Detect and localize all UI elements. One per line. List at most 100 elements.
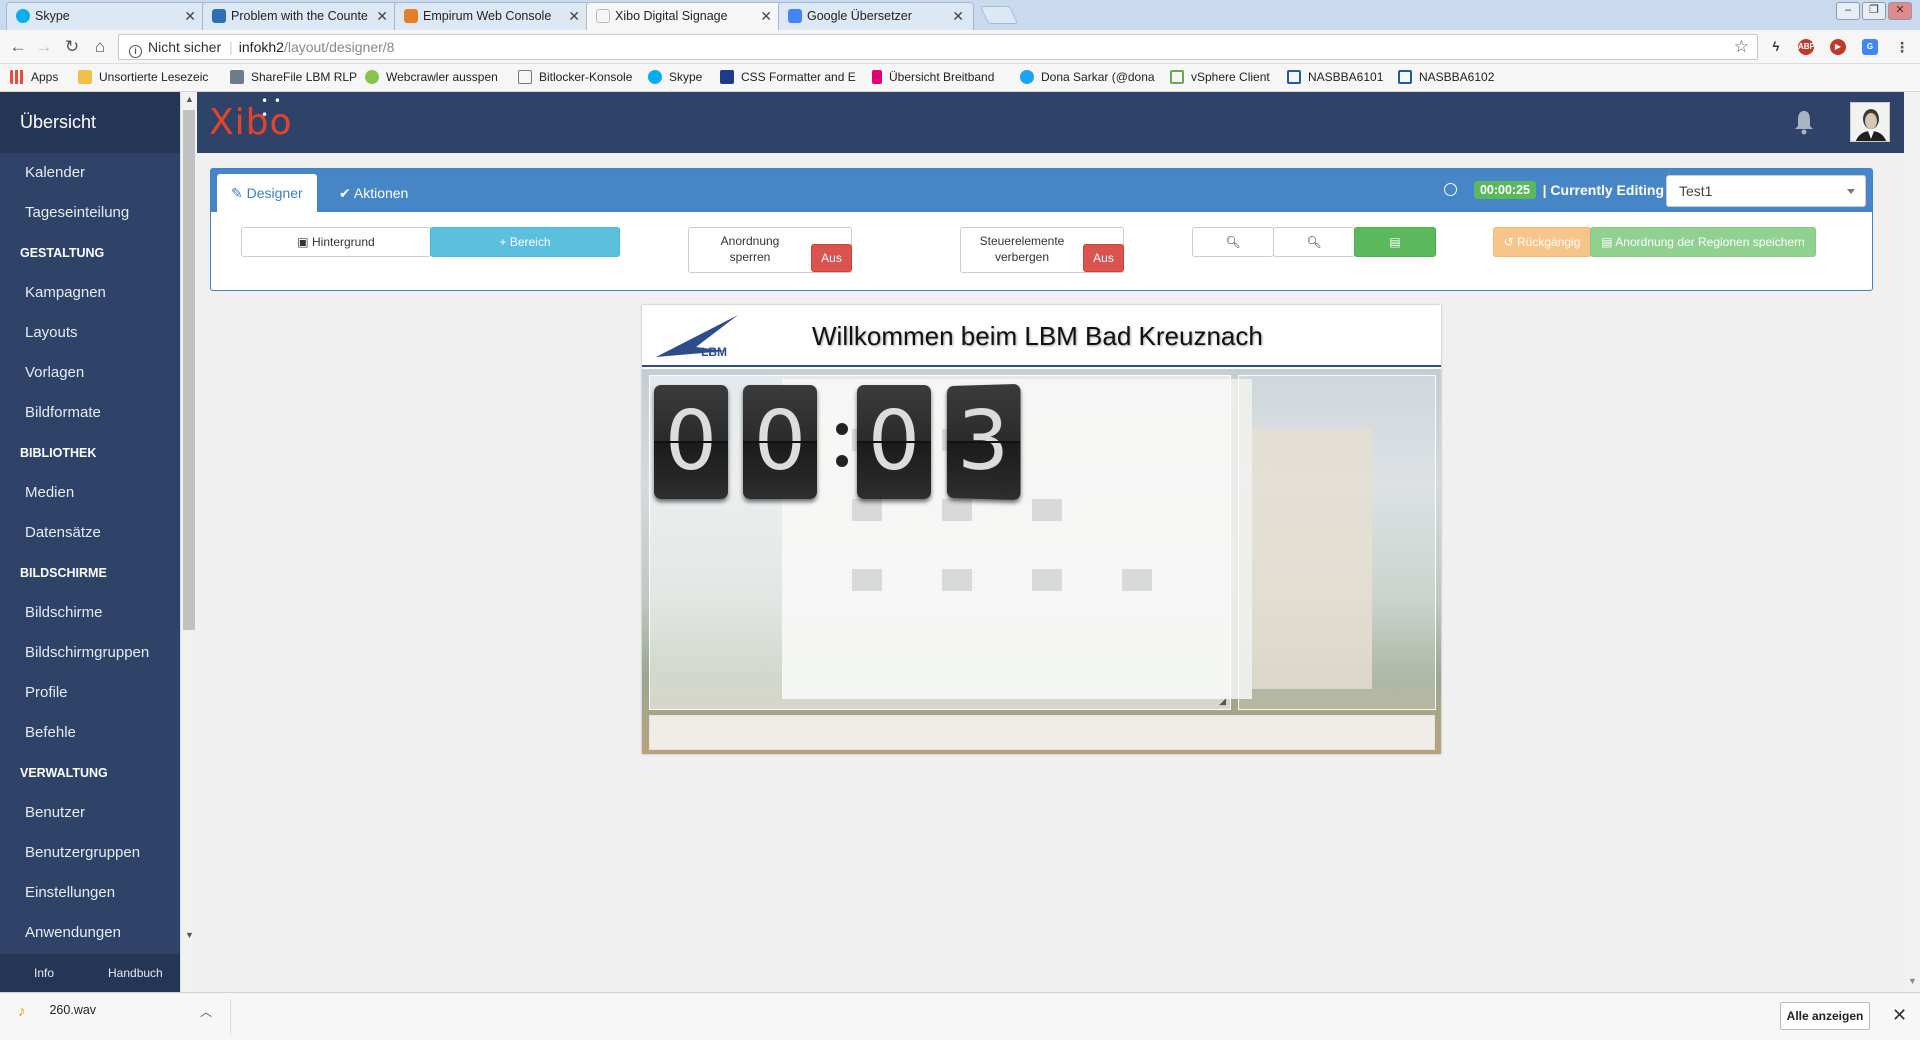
bookmark-nasbba6102[interactable]: NASBBA6102 xyxy=(1398,70,1494,84)
save-button[interactable]: ▤ xyxy=(1354,227,1436,257)
video-extension-icon[interactable]: ▶ xyxy=(1830,39,1846,55)
bookmark-skype[interactable]: Skype xyxy=(648,70,702,84)
zoom-in-button[interactable]: 🔍︎ xyxy=(1192,227,1274,257)
canvas-header-region[interactable]: LBM Willkommen beim LBM Bad Kreuznach xyxy=(642,305,1441,367)
save-icon: ▤ xyxy=(1389,235,1401,249)
info-icon[interactable]: i xyxy=(129,45,142,58)
bookmark-breitband[interactable]: Übersicht Breitband xyxy=(872,70,994,84)
bookmark-webcrawler[interactable]: Webcrawler ausspen xyxy=(365,70,498,84)
show-all-downloads-button[interactable]: Alle anzeigen xyxy=(1780,1002,1870,1030)
adblock-extension-icon[interactable]: ABP xyxy=(1798,39,1815,55)
translate-extension-icon[interactable]: G xyxy=(1862,39,1878,55)
chevron-up-icon[interactable]: ︿ xyxy=(200,1003,212,1020)
bookmark-folder[interactable]: Unsortierte Lesezeic xyxy=(78,70,208,84)
lbm-logo-text: LBM xyxy=(701,345,727,359)
sidebar-item[interactable]: Tageseinteilung xyxy=(0,193,180,233)
bookmark-bitlocker[interactable]: Bitlocker-Konsole xyxy=(518,70,632,84)
sidebar-item[interactable]: Benutzergruppen xyxy=(0,833,180,873)
add-region-button[interactable]: + Bereich xyxy=(430,227,620,257)
sidebar-item[interactable]: Layouts xyxy=(0,313,180,353)
home-icon[interactable]: ⌂ xyxy=(90,37,110,57)
layout-select[interactable]: Test1 xyxy=(1666,175,1866,207)
close-tab-icon[interactable]: ✕ xyxy=(184,3,196,29)
bookmark-css-formatter[interactable]: CSS Formatter and E xyxy=(720,70,856,84)
security-label: Nicht sicher xyxy=(148,39,222,55)
xibo-logo[interactable]: Xibo • • • xyxy=(209,94,293,143)
browser-tab-xibo[interactable]: Xibo Digital Signage ✕ xyxy=(586,2,782,30)
tab-designer[interactable]: ✎ Designer xyxy=(217,174,317,212)
browser-menu-icon[interactable]: ⋮ xyxy=(1894,39,1910,55)
sidebar-section-heading: GESTALTUNG xyxy=(20,246,105,260)
sidebar-item[interactable]: Einstellungen xyxy=(0,873,180,913)
sidebar-item[interactable]: Anwendungen xyxy=(0,913,180,953)
image-region[interactable] xyxy=(1238,375,1436,710)
bookmark-vsphere[interactable]: vSphere Client xyxy=(1170,70,1270,84)
forward-arrow-icon[interactable]: → xyxy=(34,37,54,57)
close-downloads-icon[interactable]: ✕ xyxy=(1892,1005,1907,1026)
user-avatar[interactable] xyxy=(1850,102,1890,142)
bookmark-label: Unsortierte Lesezeic xyxy=(99,70,209,84)
clock-region[interactable]: ◢ xyxy=(649,375,1231,710)
hide-controls-toggle[interactable]: Steuerelemente verbergen Aus xyxy=(960,227,1124,273)
background-button[interactable]: ▣ Hintergrund xyxy=(241,227,431,257)
sidebar-item[interactable]: Kampagnen xyxy=(0,273,180,313)
zoom-out-button[interactable]: 🔍︎ xyxy=(1273,227,1355,257)
undo-button[interactable]: ↺ Rückgängig xyxy=(1493,227,1591,257)
sidebar-scroll-thumb[interactable] xyxy=(183,110,195,630)
browser-tab-problem[interactable]: Problem with the Counte ✕ xyxy=(202,2,398,30)
minimize-icon[interactable]: – xyxy=(1836,2,1860,20)
restore-icon[interactable]: ❐ xyxy=(1862,2,1886,20)
tab-actions[interactable]: ✔ Aktionen xyxy=(325,174,422,212)
resize-handle-icon[interactable]: ◢ xyxy=(1219,696,1226,707)
bookmark-twitter[interactable]: Dona Sarkar (@dona xyxy=(1020,70,1155,84)
flash-extension-icon[interactable]: ϟ xyxy=(1768,39,1784,55)
bookmark-apps[interactable]: Apps xyxy=(10,70,58,84)
close-tab-icon[interactable]: ✕ xyxy=(760,3,772,29)
sidebar-item[interactable]: Kalender xyxy=(0,153,180,193)
sidebar-item[interactable]: Medien xyxy=(0,473,180,513)
scroll-down-icon[interactable]: ▼ xyxy=(185,930,194,940)
page-scrollbar[interactable]: ▼ xyxy=(1904,92,1920,992)
lock-layout-state[interactable]: Aus xyxy=(811,244,852,272)
sidebar-item[interactable]: Benutzer xyxy=(0,793,180,833)
notification-bell-icon[interactable] xyxy=(1793,108,1815,136)
close-tab-icon[interactable]: ✕ xyxy=(568,3,580,29)
browser-tab-google-translate[interactable]: Google Übersetzer ✕ xyxy=(778,2,974,30)
sidebar-item[interactable]: Befehle xyxy=(0,713,180,753)
reload-icon[interactable]: ↻ xyxy=(62,37,82,57)
bookmark-star-icon[interactable]: ☆ xyxy=(1734,35,1749,59)
sidebar-item[interactable]: Bildformate xyxy=(0,393,180,433)
close-tab-icon[interactable]: ✕ xyxy=(952,3,964,29)
layout-canvas[interactable]: LBM Willkommen beim LBM Bad Kreuznach ◢ … xyxy=(642,305,1441,754)
address-bar[interactable]: i Nicht sicher | infokh2/layout/designer/8 … xyxy=(118,34,1758,60)
sidebar: Übersicht Kalender Tageseinteilung GESTALT… xyxy=(0,92,180,992)
bookmark-nasbba6101[interactable]: NASBBA6101 xyxy=(1287,70,1383,84)
close-window-icon[interactable]: ✕ xyxy=(1888,2,1912,20)
address-path: /layout/designer/8 xyxy=(283,39,395,55)
sidebar-item[interactable]: Bildschirme xyxy=(0,593,180,633)
sidebar-brand[interactable]: Übersicht xyxy=(0,92,180,153)
sidebar-item[interactable]: Vorlagen xyxy=(0,353,180,393)
sidebar-item[interactable]: Profile xyxy=(0,673,180,713)
scroll-up-icon[interactable]: ▲ xyxy=(185,94,194,104)
lock-layout-toggle[interactable]: Anordnung sperren Aus xyxy=(688,227,852,273)
ticker-region[interactable] xyxy=(649,715,1435,750)
sidebar-item[interactable]: Bildschirmgruppen xyxy=(0,633,180,673)
sidebar-item[interactable]: Datensätze xyxy=(0,513,180,553)
close-tab-icon[interactable]: ✕ xyxy=(376,3,388,29)
new-tab-button[interactable] xyxy=(979,6,1019,24)
hide-controls-state[interactable]: Aus xyxy=(1083,244,1124,272)
browser-tab-title: Xibo Digital Signage xyxy=(615,9,728,23)
info-link[interactable]: Info xyxy=(34,966,54,980)
bookmark-sharefile[interactable]: ShareFile LBM RLP xyxy=(230,70,357,84)
designer-panel: ✎ Designer ✔ Aktionen 00:00:25 | Current… xyxy=(210,168,1873,291)
save-regions-button[interactable]: ▤ Anordnung der Regionen speichern xyxy=(1590,227,1816,257)
back-arrow-icon[interactable]: ← xyxy=(8,37,28,57)
scroll-down-icon[interactable]: ▼ xyxy=(1908,976,1917,986)
browser-tab-skype[interactable]: Skype ✕ xyxy=(6,2,206,30)
manual-link[interactable]: Handbuch xyxy=(108,966,163,980)
browser-tab-empirum[interactable]: Empirum Web Console ✕ xyxy=(394,2,590,30)
sidebar-scrollbar[interactable]: ▲ ▼ xyxy=(180,92,197,992)
download-item[interactable]: ♪ 260.wav ︿ xyxy=(18,1003,212,1020)
window-controls: – ❐ ✕ xyxy=(1836,2,1912,20)
